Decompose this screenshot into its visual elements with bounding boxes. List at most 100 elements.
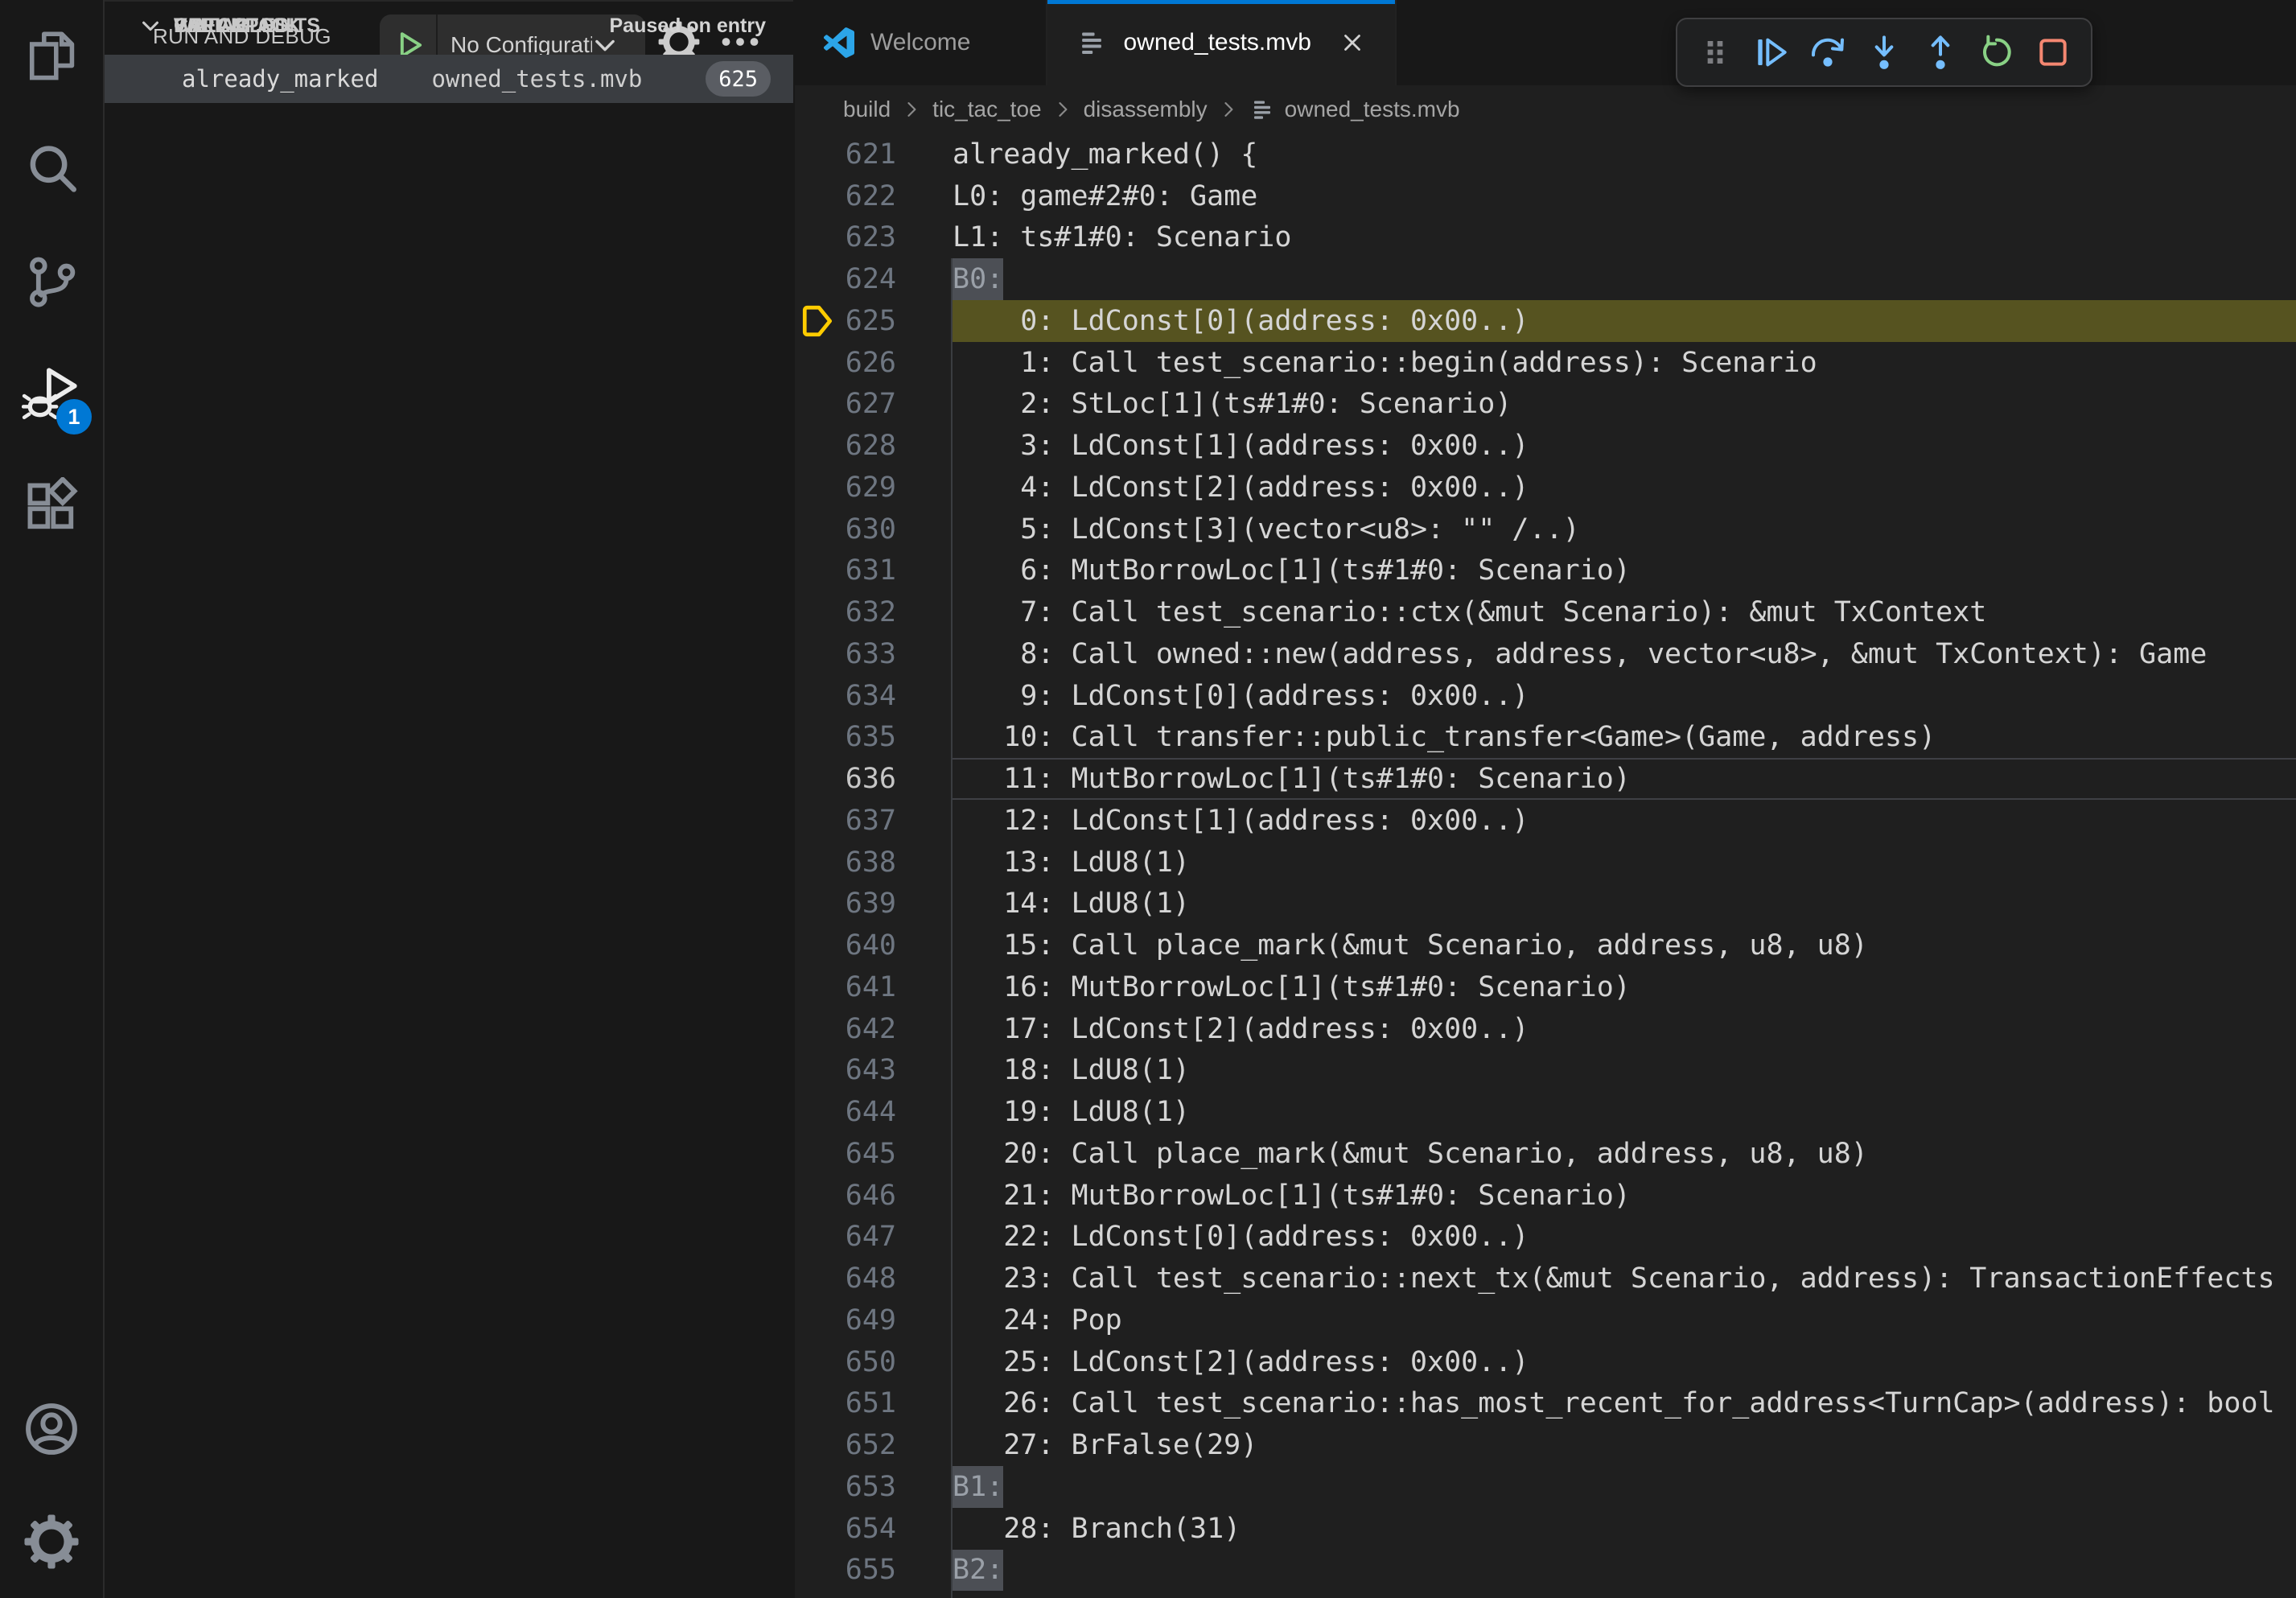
line-gutter[interactable]: 652 [795, 1424, 953, 1466]
restart-button[interactable] [1969, 24, 2025, 80]
line-gutter[interactable]: 654 [795, 1508, 953, 1550]
line-gutter[interactable]: 631 [795, 550, 953, 592]
line-gutter[interactable]: 636 [795, 758, 953, 800]
line-content[interactable]: B0: [953, 258, 2296, 300]
code-line[interactable]: 651 26: Call test_scenario::has_most_rec… [795, 1383, 2296, 1425]
code-line[interactable]: 645 20: Call place_mark(&mut Scenario, a… [795, 1133, 2296, 1175]
line-gutter[interactable]: 639 [795, 883, 953, 925]
line-content[interactable]: 3: LdConst[1](address: 0x00..) [953, 425, 2296, 467]
line-content[interactable]: 24: Pop [953, 1299, 2296, 1341]
step-over-button[interactable] [1800, 24, 1856, 80]
line-gutter[interactable]: 637 [795, 800, 953, 842]
line-content[interactable]: 10: Call transfer::public_transfer<Game>… [953, 717, 2296, 759]
line-content[interactable]: 12: LdConst[1](address: 0x00..) [953, 800, 2296, 842]
line-gutter[interactable]: 648 [795, 1258, 953, 1299]
activity-item-accounts[interactable] [0, 1373, 103, 1485]
code-line[interactable]: 644 19: LdU8(1) [795, 1091, 2296, 1133]
activity-item-search[interactable] [0, 113, 103, 225]
code-line[interactable]: 632 7: Call test_scenario::ctx(&mut Scen… [795, 591, 2296, 633]
line-content[interactable]: 21: MutBorrowLoc[1](ts#1#0: Scenario) [953, 1175, 2296, 1217]
code-line[interactable]: 648 23: Call test_scenario::next_tx(&mut… [795, 1258, 2296, 1299]
code-editor[interactable]: 621already_marked() {622L0: game#2#0: Ga… [795, 134, 2296, 1598]
line-gutter[interactable]: 653 [795, 1466, 953, 1508]
code-line[interactable]: 628 3: LdConst[1](address: 0x00..) [795, 425, 2296, 467]
line-gutter[interactable]: 627 [795, 384, 953, 426]
line-content[interactable]: 1: Call test_scenario::begin(address): S… [953, 342, 2296, 384]
tab-welcome[interactable]: Welcome [795, 0, 1047, 85]
code-line[interactable]: 630 5: LdConst[3](vector<u8>: "" /..) [795, 509, 2296, 550]
code-line[interactable]: 641 16: MutBorrowLoc[1](ts#1#0: Scenario… [795, 966, 2296, 1008]
breadcrumb-file[interactable]: owned_tests.mvb [1249, 97, 1460, 122]
code-line[interactable]: 640 15: Call place_mark(&mut Scenario, a… [795, 925, 2296, 966]
line-content[interactable]: 25: LdConst[2](address: 0x00..) [953, 1341, 2296, 1383]
line-content[interactable]: 2: StLoc[1](ts#1#0: Scenario) [953, 384, 2296, 426]
code-line[interactable]: 627 2: StLoc[1](ts#1#0: Scenario) [795, 384, 2296, 426]
line-content[interactable]: 7: Call test_scenario::ctx(&mut Scenario… [953, 591, 2296, 633]
stop-button[interactable] [2025, 24, 2081, 80]
line-gutter[interactable]: 646 [795, 1175, 953, 1217]
line-content[interactable]: 9: LdConst[0](address: 0x00..) [953, 675, 2296, 717]
line-gutter[interactable]: 626 [795, 342, 953, 384]
line-content[interactable]: B2: [953, 1550, 2296, 1592]
code-line[interactable]: 622L0: game#2#0: Game [795, 175, 2296, 217]
line-content[interactable]: already_marked() { [953, 134, 2296, 175]
line-gutter[interactable]: 649 [795, 1299, 953, 1341]
line-content[interactable]: 13: LdU8(1) [953, 842, 2296, 883]
code-line[interactable]: 624B0: [795, 258, 2296, 300]
code-line[interactable]: 637 12: LdConst[1](address: 0x00..) [795, 800, 2296, 842]
code-line[interactable]: 621already_marked() { [795, 134, 2296, 175]
code-line[interactable]: 634 9: LdConst[0](address: 0x00..) [795, 675, 2296, 717]
line-gutter[interactable]: 642 [795, 1008, 953, 1050]
code-line[interactable]: 643 18: LdU8(1) [795, 1050, 2296, 1092]
code-line[interactable]: 638 13: LdU8(1) [795, 842, 2296, 883]
code-line[interactable]: 633 8: Call owned::new(address, address,… [795, 633, 2296, 675]
line-gutter[interactable]: 650 [795, 1341, 953, 1383]
line-gutter[interactable]: 651 [795, 1383, 953, 1425]
breadcrumb-item[interactable]: tic_tac_toe [932, 97, 1041, 122]
close-tab-button[interactable] [1339, 29, 1366, 56]
line-gutter[interactable]: 647 [795, 1217, 953, 1258]
step-into-button[interactable] [1856, 24, 1912, 80]
line-content[interactable]: 18: LdU8(1) [953, 1050, 2296, 1092]
code-line[interactable]: 653B1: [795, 1466, 2296, 1508]
activity-item-settings[interactable] [0, 1485, 103, 1598]
line-gutter[interactable]: 644 [795, 1091, 953, 1133]
line-content[interactable]: 22: LdConst[0](address: 0x00..) [953, 1217, 2296, 1258]
code-line[interactable]: 625 0: LdConst[0](address: 0x00..) [795, 300, 2296, 342]
tab-owned-tests-mvb[interactable]: owned_tests.mvb [1047, 0, 1396, 85]
line-content[interactable]: 8: Call owned::new(address, address, vec… [953, 633, 2296, 675]
line-gutter[interactable]: 630 [795, 509, 953, 550]
line-content[interactable]: B1: [953, 1466, 2296, 1508]
breadcrumb-item[interactable]: build [843, 97, 891, 122]
code-line[interactable]: 654 28: Branch(31) [795, 1508, 2296, 1550]
line-content[interactable]: 20: Call place_mark(&mut Scenario, addre… [953, 1133, 2296, 1175]
code-line[interactable]: 655B2: [795, 1550, 2296, 1592]
call-stack-frame[interactable]: already_markedowned_tests.mvb625 [105, 55, 793, 103]
line-content[interactable]: 15: Call place_mark(&mut Scenario, addre… [953, 925, 2296, 966]
line-gutter[interactable]: 625 [795, 300, 953, 342]
line-content[interactable]: 14: LdU8(1) [953, 883, 2296, 925]
code-line[interactable]: 629 4: LdConst[2](address: 0x00..) [795, 467, 2296, 509]
line-gutter[interactable]: 640 [795, 925, 953, 966]
line-gutter[interactable]: 638 [795, 842, 953, 883]
code-line[interactable]: 647 22: LdConst[0](address: 0x00..) [795, 1217, 2296, 1258]
continue-button[interactable] [1743, 24, 1800, 80]
code-line[interactable]: 646 21: MutBorrowLoc[1](ts#1#0: Scenario… [795, 1175, 2296, 1217]
code-line[interactable]: 649 24: Pop [795, 1299, 2296, 1341]
line-content[interactable]: L1: ts#1#0: Scenario [953, 217, 2296, 259]
code-line[interactable]: 636 11: MutBorrowLoc[1](ts#1#0: Scenario… [795, 758, 2296, 800]
line-gutter[interactable]: 645 [795, 1133, 953, 1175]
activity-item-run-and-debug[interactable]: 1 [0, 338, 103, 451]
line-content[interactable]: 17: LdConst[2](address: 0x00..) [953, 1008, 2296, 1050]
code-line[interactable]: 626 1: Call test_scenario::begin(address… [795, 342, 2296, 384]
code-line[interactable]: 639 14: LdU8(1) [795, 883, 2296, 925]
line-gutter[interactable]: 655 [795, 1550, 953, 1592]
line-gutter[interactable]: 622 [795, 175, 953, 217]
line-content[interactable]: 16: MutBorrowLoc[1](ts#1#0: Scenario) [953, 966, 2296, 1008]
line-content[interactable]: 27: BrFalse(29) [953, 1424, 2296, 1466]
line-gutter[interactable]: 632 [795, 591, 953, 633]
breakpoints-header[interactable]: BREAKPOINTS [105, 2, 793, 50]
breadcrumb-item[interactable]: disassembly [1084, 97, 1208, 122]
code-line[interactable]: 652 27: BrFalse(29) [795, 1424, 2296, 1466]
line-gutter[interactable]: 621 [795, 134, 953, 175]
